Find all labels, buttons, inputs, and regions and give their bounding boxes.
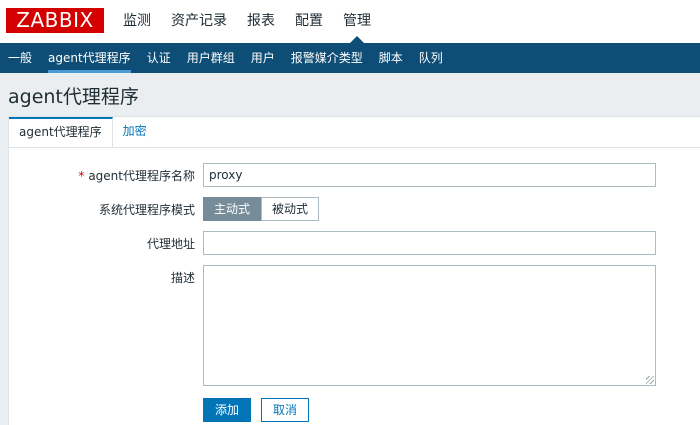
top-menu-monitoring[interactable]: 监测 xyxy=(113,0,161,43)
proxy-name-label-text: agent代理程序名称 xyxy=(88,169,195,183)
proxy-mode-label: 系统代理程序模式 xyxy=(98,203,195,217)
form-tabs: agent代理程序 加密 xyxy=(9,117,700,148)
sub-menu-proxies[interactable]: agent代理程序 xyxy=(40,43,139,73)
proxy-name-label: * agent代理程序名称 xyxy=(78,167,195,184)
description-label: 描述 xyxy=(170,271,195,285)
add-button[interactable]: 添加 xyxy=(203,398,252,422)
cancel-button[interactable]: 取消 xyxy=(261,398,310,422)
sub-menu-users[interactable]: 用户 xyxy=(243,43,283,73)
top-navigation-bar: ZABBIX 监测 资产记录 报表 配置 管理 xyxy=(0,0,700,43)
sub-menu-queue[interactable]: 队列 xyxy=(411,43,451,73)
proxy-address-input[interactable] xyxy=(203,231,656,255)
mode-active-option[interactable]: 主动式 xyxy=(203,197,262,221)
top-menu: 监测 资产记录 报表 配置 管理 xyxy=(113,0,381,43)
description-textarea[interactable] xyxy=(203,265,656,386)
zabbix-logo[interactable]: ZABBIX xyxy=(6,8,104,33)
tab-proxy[interactable]: agent代理程序 xyxy=(9,117,113,147)
required-marker: * xyxy=(78,169,85,183)
sub-menu-scripts[interactable]: 脚本 xyxy=(371,43,411,73)
proxy-address-label: 代理地址 xyxy=(146,237,195,251)
top-menu-inventory[interactable]: 资产记录 xyxy=(161,0,237,43)
resize-grip-icon[interactable] xyxy=(646,376,654,384)
sub-navigation-bar: 一般 agent代理程序 认证 用户群组 用户 报警媒介类型 脚本 队列 xyxy=(0,43,700,73)
top-menu-configuration[interactable]: 配置 xyxy=(285,0,333,43)
page-title: agent代理程序 xyxy=(8,86,139,108)
sub-menu-user-groups[interactable]: 用户群组 xyxy=(179,43,243,73)
top-menu-reports[interactable]: 报表 xyxy=(237,0,285,43)
proxy-name-input[interactable]: proxy xyxy=(203,163,656,187)
sub-menu-media-types[interactable]: 报警媒介类型 xyxy=(283,43,371,73)
tab-encryption[interactable]: 加密 xyxy=(113,117,157,147)
top-menu-administration[interactable]: 管理 xyxy=(333,0,381,43)
proxy-form-panel: agent代理程序 加密 * agent代理程序名称 proxy 系统代理程序模式… xyxy=(8,116,700,425)
sub-menu-authentication[interactable]: 认证 xyxy=(139,43,179,73)
sub-menu-general[interactable]: 一般 xyxy=(0,43,40,73)
mode-passive-option[interactable]: 被动式 xyxy=(261,197,320,221)
proxy-mode-toggle: 主动式 被动式 xyxy=(203,197,320,221)
